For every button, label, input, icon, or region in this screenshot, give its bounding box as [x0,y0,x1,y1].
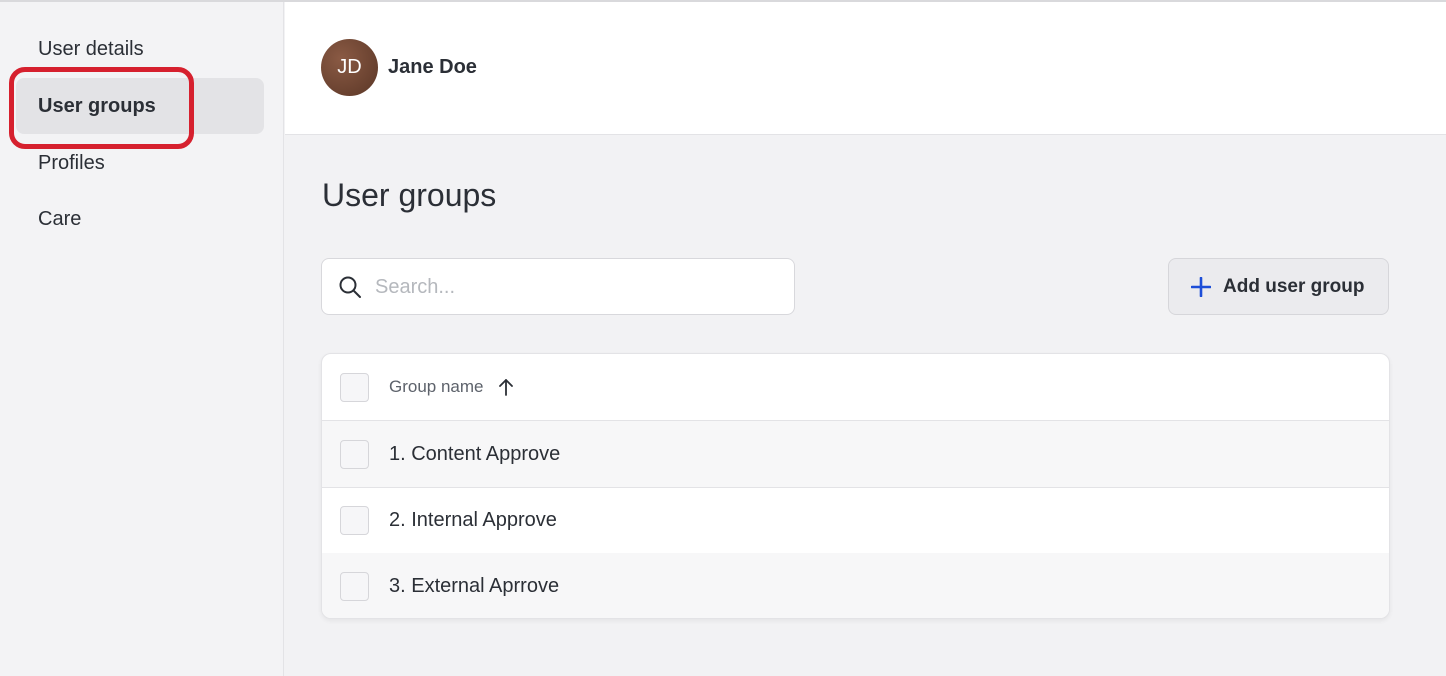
add-user-group-label: Add user group [1223,275,1365,297]
plus-icon [1191,276,1211,297]
select-all-checkbox[interactable] [340,372,369,402]
column-header-label: Group name [389,377,484,396]
column-header-group-name[interactable]: Group name [389,377,514,397]
group-name-cell: 3. External Aprrove [389,575,560,597]
sidebar-item-label: Care [38,207,82,230]
user-name: Jane Doe [388,56,477,78]
page-title: User groups [322,177,497,213]
table-header-row: Group name [322,354,1389,421]
group-name-cell: 1. Content Approve [389,442,561,465]
user-groups-table: Group name 1. Content Approve 2. Interna… [321,353,1390,619]
main-content: JD Jane Doe User groups Add user group G… [285,2,1446,676]
search-box[interactable] [321,258,795,315]
group-name-cell: 2. Internal Approve [389,508,557,531]
sidebar-item-label: User details [38,37,144,60]
search-input[interactable] [375,271,775,303]
avatar: JD [321,39,378,96]
row-checkbox[interactable] [340,439,369,469]
sidebar: User details User groups Profiles Care [0,2,284,676]
sidebar-item-label: Profiles [38,151,105,174]
arrow-up-icon [498,379,513,396]
sidebar-item-user-groups[interactable]: User groups [16,78,264,134]
sidebar-item-profiles[interactable]: Profiles [16,135,264,191]
table-row[interactable]: 1. Content Approve [322,421,1389,488]
sidebar-item-label: User groups [38,94,156,117]
table-row[interactable]: 2. Internal Approve [322,487,1389,554]
avatar-initials: JD [337,56,362,78]
add-user-group-button[interactable]: Add user group [1168,258,1389,315]
sidebar-item-care[interactable]: Care [16,191,264,247]
search-icon [339,276,361,298]
row-checkbox[interactable] [340,572,369,601]
row-checkbox[interactable] [340,505,369,535]
sidebar-item-user-details[interactable]: User details [16,21,264,77]
user-header: JD Jane Doe [285,2,1446,135]
table-row[interactable]: 3. External Aprrove [322,553,1389,618]
